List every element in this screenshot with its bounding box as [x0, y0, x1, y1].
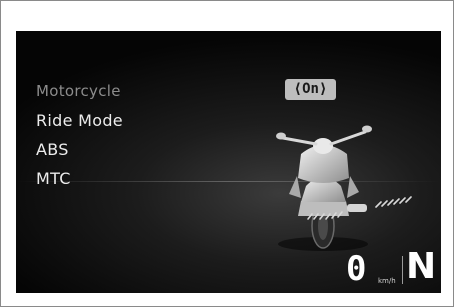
dashboard-screen: Motorcycle Ride Mode ABS MTC ⟨On⟩ 0 km/h…: [16, 31, 441, 293]
motorcycle-icon: [276, 125, 372, 251]
readout-divider: [402, 256, 403, 284]
menu-item-ride-mode[interactable]: Ride Mode: [36, 106, 123, 135]
menu-item-mtc[interactable]: MTC: [36, 164, 123, 193]
selected-value-badge[interactable]: ⟨On⟩: [285, 79, 336, 100]
traction-chevrons-icon: [307, 196, 412, 220]
speed-readout: 0: [346, 249, 367, 289]
menu-item-abs[interactable]: ABS: [36, 135, 123, 164]
gear-indicator: N: [406, 246, 437, 287]
figure-frame: Motorcycle Ride Mode ABS MTC ⟨On⟩ 0 km/h…: [0, 0, 454, 307]
settings-menu: Motorcycle Ride Mode ABS MTC: [36, 77, 123, 193]
speed-unit-label: km/h: [378, 277, 396, 285]
menu-title: Motorcycle: [36, 82, 121, 100]
